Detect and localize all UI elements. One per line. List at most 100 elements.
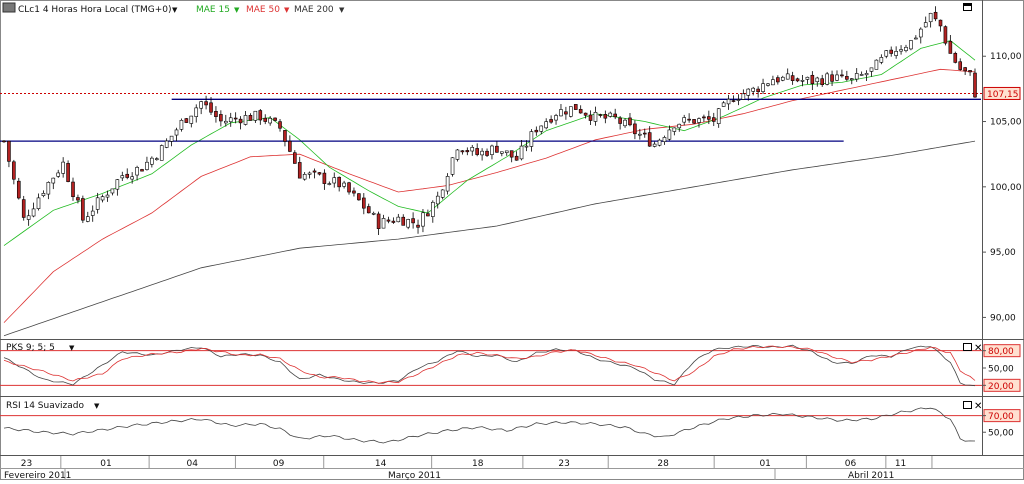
candle-body — [233, 117, 238, 120]
candle-body — [332, 177, 337, 184]
candle-body — [426, 213, 430, 217]
candle-body — [593, 112, 598, 122]
candle-body — [618, 117, 622, 124]
candle-body — [248, 114, 253, 121]
pks-label[interactable]: PKS 9; 5; 5 — [6, 343, 55, 353]
candle-body — [357, 193, 361, 201]
candle-body — [199, 101, 203, 109]
pks-y-tick-label: 20,00 — [988, 382, 1014, 392]
pks-maximize-icon[interactable] — [963, 343, 972, 351]
candle-body — [554, 115, 558, 121]
pks-y-tick-label: 50,00 — [988, 365, 1014, 375]
candle-body — [381, 218, 386, 229]
candle-body — [677, 123, 682, 129]
candle-body — [56, 172, 61, 177]
candle-body — [549, 119, 553, 123]
mae50-dropdown-icon[interactable]: ▼ — [284, 6, 290, 14]
candle-body — [61, 161, 65, 174]
candle-body — [179, 119, 184, 130]
mae200-dropdown-icon[interactable]: ▼ — [339, 6, 345, 14]
candle-body — [263, 117, 268, 122]
candle-body — [859, 74, 864, 76]
rsi-label[interactable]: RSI 14 Suavizado — [6, 401, 85, 411]
candle-body — [125, 173, 130, 178]
candle-body — [500, 151, 504, 154]
candle-body — [761, 83, 765, 92]
mae200-label[interactable]: MAE 200 — [294, 5, 334, 15]
candle-body — [923, 22, 928, 28]
candle-body — [145, 161, 149, 170]
day-label: 28 — [657, 459, 669, 469]
instrument-icon[interactable] — [2, 2, 16, 13]
candle-body — [899, 49, 903, 52]
mae15-label[interactable]: MAE 15 — [196, 5, 230, 15]
candle-body — [85, 216, 90, 222]
day-label: 01 — [759, 459, 770, 469]
candle-body — [401, 216, 406, 226]
candle-body — [31, 208, 36, 217]
candle-body — [539, 125, 544, 132]
candle-body — [711, 117, 716, 122]
day-label: 18 — [472, 459, 484, 469]
candle-body — [16, 180, 21, 199]
candle-body — [455, 149, 460, 160]
candle-body — [421, 212, 425, 227]
candle-body — [470, 146, 475, 152]
candle-body — [721, 102, 726, 107]
candle-body — [362, 197, 366, 209]
candle-body — [273, 117, 277, 121]
candle-body — [258, 110, 263, 121]
candle-body — [297, 162, 302, 179]
rsi-maximize-icon[interactable] — [963, 401, 972, 409]
candle-body — [633, 123, 637, 135]
candle-body — [411, 218, 415, 224]
candle-body — [480, 150, 484, 156]
candle-body — [780, 76, 785, 81]
pks-dropdown-icon[interactable]: ▼ — [69, 344, 75, 352]
day-label: 04 — [187, 459, 199, 469]
day-label: 01 — [100, 459, 111, 469]
candle-body — [830, 74, 834, 82]
candle-body — [224, 120, 228, 124]
candle-body — [894, 51, 898, 56]
instrument-dropdown-icon[interactable]: ▼ — [172, 6, 178, 14]
candle-body — [26, 215, 31, 220]
candle-body — [352, 190, 356, 194]
candle-body — [238, 118, 243, 124]
rsi-y-tick-label: 50,00 — [988, 429, 1014, 439]
candle-body — [726, 98, 731, 105]
candle-body — [66, 163, 70, 182]
instrument-label[interactable]: CLc1 4 Horas Hora Local (TMG+0) — [18, 5, 172, 15]
candle-body — [445, 176, 450, 192]
candle-body — [933, 11, 938, 20]
price-y-tick-label: 100,00 — [990, 183, 1022, 193]
candle-body — [71, 181, 75, 198]
candle-body — [293, 152, 297, 164]
candle-body — [465, 150, 470, 153]
candle-body — [756, 88, 760, 93]
candle-body — [771, 79, 775, 86]
candle-body — [845, 76, 849, 80]
candle-body — [736, 99, 741, 101]
candle-body — [603, 114, 608, 119]
mae50-label[interactable]: MAE 50 — [246, 5, 280, 15]
rsi-dropdown-icon[interactable]: ▼ — [94, 402, 100, 410]
candle-body — [110, 188, 115, 194]
price-y-tick-label: 105,00 — [990, 118, 1022, 128]
candle-body — [504, 150, 509, 153]
candle-body — [302, 174, 307, 180]
pks-close-icon[interactable]: ✕ — [974, 343, 982, 354]
candle-body — [307, 172, 312, 175]
rsi-close-icon[interactable]: ✕ — [974, 401, 982, 412]
candle-body — [312, 170, 317, 173]
candle-body — [918, 28, 923, 38]
mae15-dropdown-icon[interactable]: ▼ — [234, 6, 240, 14]
candle-body — [95, 197, 100, 210]
candle-body — [948, 41, 953, 54]
candle-body — [825, 73, 829, 85]
candle-body — [869, 67, 874, 72]
candle-body — [416, 224, 420, 228]
candle-body — [317, 172, 322, 175]
candle-body — [490, 145, 494, 155]
candle-body — [514, 155, 519, 161]
